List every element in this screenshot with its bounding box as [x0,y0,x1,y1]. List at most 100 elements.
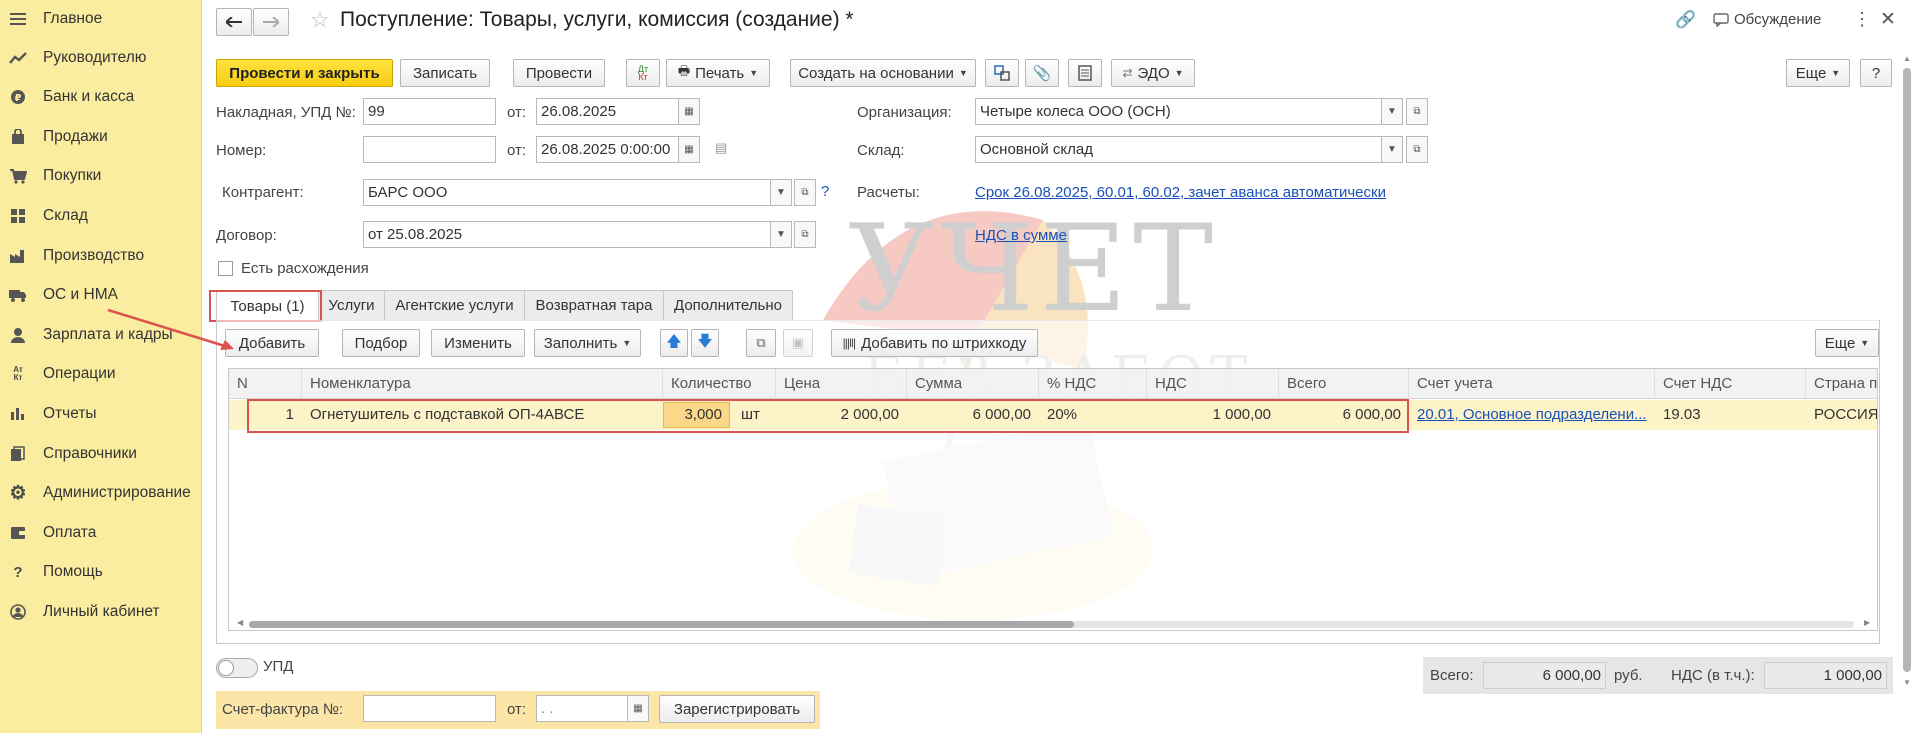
close-icon[interactable]: ✕ [1880,8,1896,31]
add-row-button[interactable]: Добавить [225,329,319,357]
table-row[interactable]: 1 Огнетушитель с подставкой ОП-4АВСЕ 3,0… [229,400,1877,430]
col-header-n[interactable]: N [229,369,302,399]
sidebar-item-help[interactable]: ? Помощь [0,555,202,589]
contract-input[interactable]: от 25.08.2025 [363,221,771,248]
sidebar-item-bank[interactable]: ₽ Банк и касса [0,80,202,114]
cell-item[interactable]: Огнетушитель с подставкой ОП-4АВСЕ [302,400,663,430]
sidebar-item-operations[interactable]: Ат Кт Операции [0,357,202,391]
create-based-on-button[interactable]: Создать на основании ▼ [790,59,976,87]
invoice-date-input[interactable]: 26.08.2025 [536,98,679,125]
tab-goods[interactable]: Товары (1) [216,290,319,321]
more-vert-icon[interactable]: ⋮ [1853,9,1871,30]
number-date-input[interactable]: 26.08.2025 0:00:00 [536,136,679,163]
cell-unit[interactable]: шт [733,400,776,430]
col-header-country[interactable]: Страна пр [1806,369,1877,399]
tab-services[interactable]: Услуги [318,290,385,320]
dt-kt-button[interactable]: Дт Кт [626,59,660,87]
cell-country[interactable]: РОССИЯ [1806,400,1877,430]
cell-total[interactable]: 6 000,00 [1279,400,1409,430]
scroll-up-icon[interactable]: ▲ [1903,54,1911,63]
calendar-button[interactable]: ▦ [678,98,700,125]
sidebar-item-salary[interactable]: Зарплата и кадры [0,318,202,352]
edit-button[interactable]: Изменить [431,329,525,357]
calendar-button[interactable]: ▦ [678,136,700,163]
organization-dropdown-button[interactable]: ▼ [1381,98,1403,125]
cell-account-link[interactable]: 20.01, Основное подразделени... [1409,400,1655,430]
sidebar-item-assets[interactable]: ОС и НМА [0,278,202,312]
sidebar-item-purchases[interactable]: Покупки [0,159,202,193]
sidebar-item-production[interactable]: Производство [0,239,202,273]
contract-dropdown-button[interactable]: ▼ [770,221,792,248]
sidebar-item-admin[interactable]: ⚙ Администрирование [0,476,202,510]
warehouse-input[interactable]: Основной склад [975,136,1382,163]
col-header-account[interactable]: Счет учета [1409,369,1655,399]
organization-input[interactable]: Четыре колеса ООО (ОСН) [975,98,1382,125]
number-input[interactable] [363,136,496,163]
back-button[interactable] [216,8,252,36]
favorite-star-icon[interactable]: ☆ [310,7,330,33]
col-header-item[interactable]: Номенклатура [302,369,663,399]
help-button[interactable]: ? [1860,59,1892,87]
sidebar-item-catalogs[interactable]: Справочники [0,437,202,471]
cell-vat[interactable]: 1 000,00 [1147,400,1279,430]
document-button[interactable] [1068,59,1102,87]
tab-agent-services[interactable]: Агентские услуги [384,290,525,320]
sidebar-item-warehouse[interactable]: Склад [0,199,202,233]
sidebar-item-account[interactable]: Личный кабинет [0,595,202,629]
col-header-sum[interactable]: Сумма [907,369,1039,399]
sidebar-item-payment[interactable]: Оплата [0,516,202,550]
tab-returnable-packaging[interactable]: Возвратная тара [524,290,664,320]
upd-toggle[interactable] [216,658,258,678]
register-button[interactable]: Зарегистрировать [659,695,815,723]
paste-button[interactable]: ▣ [783,329,813,357]
col-header-vat-rate[interactable]: % НДС [1039,369,1147,399]
vat-in-sum-link[interactable]: НДС в сумме [975,227,1067,244]
cell-vat-account[interactable]: 19.03 [1655,400,1806,430]
vertical-scrollbar[interactable]: ▲ ▼ [1900,54,1914,690]
add-by-barcode-button[interactable]: |||‖| Добавить по штрихкоду [831,329,1038,357]
scroll-down-icon[interactable]: ▼ [1903,678,1911,687]
sidebar-item-manager[interactable]: Руководителю [0,41,202,75]
cell-sum[interactable]: 6 000,00 [907,400,1039,430]
print-button[interactable]: 🖶 Печать ▼ [666,59,770,87]
scrollbar-thumb[interactable] [249,621,1074,628]
sidebar-item-sales[interactable]: Продажи [0,120,202,154]
invoice-footer-date-input[interactable]: . . [536,695,628,722]
save-button[interactable]: Записать [400,59,490,87]
discussion-button[interactable]: Обсуждение [1713,11,1821,28]
move-up-button[interactable]: 🡅 [660,329,688,357]
scroll-right-icon[interactable]: ▶ [1864,618,1870,627]
post-and-close-button[interactable]: Провести и закрыть [216,59,393,87]
col-header-qty[interactable]: Количество [663,369,776,399]
pick-button[interactable]: Подбор [342,329,420,357]
contract-open-button[interactable]: ⧉ [794,221,816,248]
counterparty-open-button[interactable]: ⧉ [794,179,816,206]
discrepancy-checkbox[interactable] [218,261,233,276]
col-header-vat[interactable]: НДС [1147,369,1279,399]
vertical-scrollbar-thumb[interactable] [1903,68,1911,672]
tab-additional[interactable]: Дополнительно [663,290,793,320]
sidebar-item-main[interactable]: Главное [0,2,202,36]
counterparty-input[interactable]: БАРС ООО [363,179,771,206]
col-header-price[interactable]: Цена [776,369,907,399]
sidebar-item-reports[interactable]: Отчеты [0,397,202,431]
settlements-link[interactable]: Срок 26.08.2025, 60.01, 60.02, зачет ава… [975,184,1386,201]
history-icon[interactable]: ▤ [715,140,727,156]
copy-row-button[interactable]: ⧉ [746,329,776,357]
more-button[interactable]: Еще ▼ [1786,59,1850,87]
edo-button[interactable]: ⇄ ЭДО ▼ [1111,59,1195,87]
invoice-number-input[interactable]: 99 [363,98,496,125]
col-header-total[interactable]: Всего [1279,369,1409,399]
organization-open-button[interactable]: ⧉ [1406,98,1428,125]
calendar-button[interactable]: ▦ [627,695,649,722]
cell-price[interactable]: 2 000,00 [776,400,907,430]
link-icon[interactable]: 🔗 [1675,10,1696,30]
table-more-button[interactable]: Еще ▼ [1815,329,1879,357]
warehouse-open-button[interactable]: ⧉ [1406,136,1428,163]
warehouse-dropdown-button[interactable]: ▼ [1381,136,1403,163]
invoice-footer-input[interactable] [363,695,496,722]
col-header-vat-account[interactable]: Счет НДС [1655,369,1806,399]
move-down-button[interactable]: 🡇 [691,329,719,357]
structure-button[interactable] [985,59,1019,87]
forward-button[interactable] [253,8,289,36]
